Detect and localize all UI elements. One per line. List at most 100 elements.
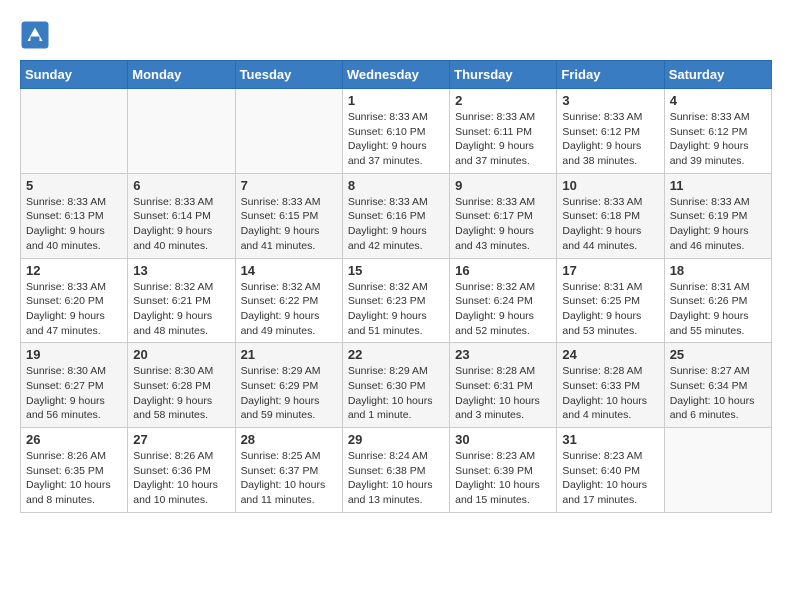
day-info: Sunrise: 8:33 AM Sunset: 6:20 PM Dayligh… <box>26 280 122 339</box>
calendar-cell: 28 Sunrise: 8:25 AM Sunset: 6:37 PM Dayli… <box>235 428 342 513</box>
day-number: 17 <box>562 263 658 278</box>
day-info: Sunrise: 8:33 AM Sunset: 6:16 PM Dayligh… <box>348 195 444 254</box>
weekday-header-row: SundayMondayTuesdayWednesdayThursdayFrid… <box>21 61 772 89</box>
calendar-cell: 18 Sunrise: 8:31 AM Sunset: 6:26 PM Dayli… <box>664 258 771 343</box>
day-info: Sunrise: 8:23 AM Sunset: 6:39 PM Dayligh… <box>455 449 551 508</box>
day-number: 3 <box>562 93 658 108</box>
day-info: Sunrise: 8:23 AM Sunset: 6:40 PM Dayligh… <box>562 449 658 508</box>
day-info: Sunrise: 8:33 AM Sunset: 6:10 PM Dayligh… <box>348 110 444 169</box>
day-info: Sunrise: 8:33 AM Sunset: 6:14 PM Dayligh… <box>133 195 229 254</box>
day-number: 12 <box>26 263 122 278</box>
weekday-header-thursday: Thursday <box>450 61 557 89</box>
calendar-cell: 7Sunrise: 8:33 AM Sunset: 6:15 PM Daylig… <box>235 173 342 258</box>
day-info: Sunrise: 8:28 AM Sunset: 6:31 PM Dayligh… <box>455 364 551 423</box>
header <box>20 20 772 50</box>
calendar-cell: 25 Sunrise: 8:27 AM Sunset: 6:34 PM Dayli… <box>664 343 771 428</box>
calendar-cell: 23 Sunrise: 8:28 AM Sunset: 6:31 PM Dayli… <box>450 343 557 428</box>
calendar-cell: 19Sunrise: 8:30 AM Sunset: 6:27 PM Dayli… <box>21 343 128 428</box>
day-info: Sunrise: 8:31 AM Sunset: 6:25 PM Dayligh… <box>562 280 658 339</box>
day-number: 30 <box>455 432 551 447</box>
calendar-cell: 2 Sunrise: 8:33 AM Sunset: 6:11 PM Daylig… <box>450 89 557 174</box>
day-info: Sunrise: 8:33 AM Sunset: 6:11 PM Dayligh… <box>455 110 551 169</box>
day-info: Sunrise: 8:32 AM Sunset: 6:21 PM Dayligh… <box>133 280 229 339</box>
calendar-cell: 24Sunrise: 8:28 AM Sunset: 6:33 PM Dayli… <box>557 343 664 428</box>
calendar-cell: 16Sunrise: 8:32 AM Sunset: 6:24 PM Dayli… <box>450 258 557 343</box>
calendar-table: SundayMondayTuesdayWednesdayThursdayFrid… <box>20 60 772 513</box>
day-number: 4 <box>670 93 766 108</box>
day-info: Sunrise: 8:27 AM Sunset: 6:34 PM Dayligh… <box>670 364 766 423</box>
day-number: 2 <box>455 93 551 108</box>
week-row-2: 5 Sunrise: 8:33 AM Sunset: 6:13 PM Daylig… <box>21 173 772 258</box>
calendar-cell: 15 Sunrise: 8:32 AM Sunset: 6:23 PM Dayli… <box>342 258 449 343</box>
day-number: 20 <box>133 347 229 362</box>
calendar-cell: 8 Sunrise: 8:33 AM Sunset: 6:16 PM Daylig… <box>342 173 449 258</box>
day-number: 1 <box>348 93 444 108</box>
calendar-cell: 27 Sunrise: 8:26 AM Sunset: 6:36 PM Dayli… <box>128 428 235 513</box>
day-info: Sunrise: 8:32 AM Sunset: 6:23 PM Dayligh… <box>348 280 444 339</box>
calendar-cell: 31 Sunrise: 8:23 AM Sunset: 6:40 PM Dayli… <box>557 428 664 513</box>
calendar-cell: 30 Sunrise: 8:23 AM Sunset: 6:39 PM Dayli… <box>450 428 557 513</box>
day-number: 24 <box>562 347 658 362</box>
calendar-cell: 6 Sunrise: 8:33 AM Sunset: 6:14 PM Daylig… <box>128 173 235 258</box>
day-info: Sunrise: 8:26 AM Sunset: 6:35 PM Dayligh… <box>26 449 122 508</box>
day-number: 15 <box>348 263 444 278</box>
day-number: 23 <box>455 347 551 362</box>
weekday-header-wednesday: Wednesday <box>342 61 449 89</box>
week-row-5: 26 Sunrise: 8:26 AM Sunset: 6:35 PM Dayli… <box>21 428 772 513</box>
day-info: Sunrise: 8:33 AM Sunset: 6:18 PM Dayligh… <box>562 195 658 254</box>
day-info: Sunrise: 8:24 AM Sunset: 6:38 PM Dayligh… <box>348 449 444 508</box>
calendar-cell: 14 Sunrise: 8:32 AM Sunset: 6:22 PM Dayli… <box>235 258 342 343</box>
day-number: 18 <box>670 263 766 278</box>
day-number: 19 <box>26 347 122 362</box>
day-info: Sunrise: 8:32 AM Sunset: 6:24 PM Dayligh… <box>455 280 551 339</box>
day-number: 8 <box>348 178 444 193</box>
day-info: Sunrise: 8:31 AM Sunset: 6:26 PM Dayligh… <box>670 280 766 339</box>
day-info: Sunrise: 8:32 AM Sunset: 6:22 PM Dayligh… <box>241 280 337 339</box>
day-info: Sunrise: 8:29 AM Sunset: 6:29 PM Dayligh… <box>241 364 337 423</box>
calendar-cell: 4 Sunrise: 8:33 AM Sunset: 6:12 PM Daylig… <box>664 89 771 174</box>
day-number: 27 <box>133 432 229 447</box>
day-info: Sunrise: 8:33 AM Sunset: 6:12 PM Dayligh… <box>562 110 658 169</box>
day-info: Sunrise: 8:29 AM Sunset: 6:30 PM Dayligh… <box>348 364 444 423</box>
weekday-header-monday: Monday <box>128 61 235 89</box>
calendar-cell: 21 Sunrise: 8:29 AM Sunset: 6:29 PM Dayli… <box>235 343 342 428</box>
day-number: 28 <box>241 432 337 447</box>
day-number: 29 <box>348 432 444 447</box>
weekday-header-saturday: Saturday <box>664 61 771 89</box>
weekday-header-tuesday: Tuesday <box>235 61 342 89</box>
day-number: 21 <box>241 347 337 362</box>
day-number: 22 <box>348 347 444 362</box>
day-number: 10 <box>562 178 658 193</box>
day-info: Sunrise: 8:30 AM Sunset: 6:28 PM Dayligh… <box>133 364 229 423</box>
day-info: Sunrise: 8:33 AM Sunset: 6:15 PM Dayligh… <box>241 195 337 254</box>
day-number: 26 <box>26 432 122 447</box>
calendar-cell: 17 Sunrise: 8:31 AM Sunset: 6:25 PM Dayli… <box>557 258 664 343</box>
day-number: 31 <box>562 432 658 447</box>
calendar-cell: 20 Sunrise: 8:30 AM Sunset: 6:28 PM Dayli… <box>128 343 235 428</box>
calendar-cell: 29 Sunrise: 8:24 AM Sunset: 6:38 PM Dayli… <box>342 428 449 513</box>
day-info: Sunrise: 8:25 AM Sunset: 6:37 PM Dayligh… <box>241 449 337 508</box>
calendar-cell: 5 Sunrise: 8:33 AM Sunset: 6:13 PM Daylig… <box>21 173 128 258</box>
calendar-cell: 10 Sunrise: 8:33 AM Sunset: 6:18 PM Dayli… <box>557 173 664 258</box>
calendar-cell <box>235 89 342 174</box>
calendar-cell <box>21 89 128 174</box>
day-number: 11 <box>670 178 766 193</box>
calendar-cell: 22 Sunrise: 8:29 AM Sunset: 6:30 PM Dayli… <box>342 343 449 428</box>
day-info: Sunrise: 8:33 AM Sunset: 6:19 PM Dayligh… <box>670 195 766 254</box>
day-number: 25 <box>670 347 766 362</box>
week-row-4: 19Sunrise: 8:30 AM Sunset: 6:27 PM Dayli… <box>21 343 772 428</box>
calendar-cell <box>664 428 771 513</box>
day-number: 9 <box>455 178 551 193</box>
calendar-cell: 9 Sunrise: 8:33 AM Sunset: 6:17 PM Daylig… <box>450 173 557 258</box>
day-info: Sunrise: 8:33 AM Sunset: 6:13 PM Dayligh… <box>26 195 122 254</box>
day-number: 6 <box>133 178 229 193</box>
calendar-cell <box>128 89 235 174</box>
logo-icon <box>20 20 50 50</box>
day-info: Sunrise: 8:33 AM Sunset: 6:17 PM Dayligh… <box>455 195 551 254</box>
day-info: Sunrise: 8:26 AM Sunset: 6:36 PM Dayligh… <box>133 449 229 508</box>
calendar-cell: 26 Sunrise: 8:26 AM Sunset: 6:35 PM Dayli… <box>21 428 128 513</box>
weekday-header-sunday: Sunday <box>21 61 128 89</box>
day-number: 14 <box>241 263 337 278</box>
day-info: Sunrise: 8:33 AM Sunset: 6:12 PM Dayligh… <box>670 110 766 169</box>
day-number: 5 <box>26 178 122 193</box>
